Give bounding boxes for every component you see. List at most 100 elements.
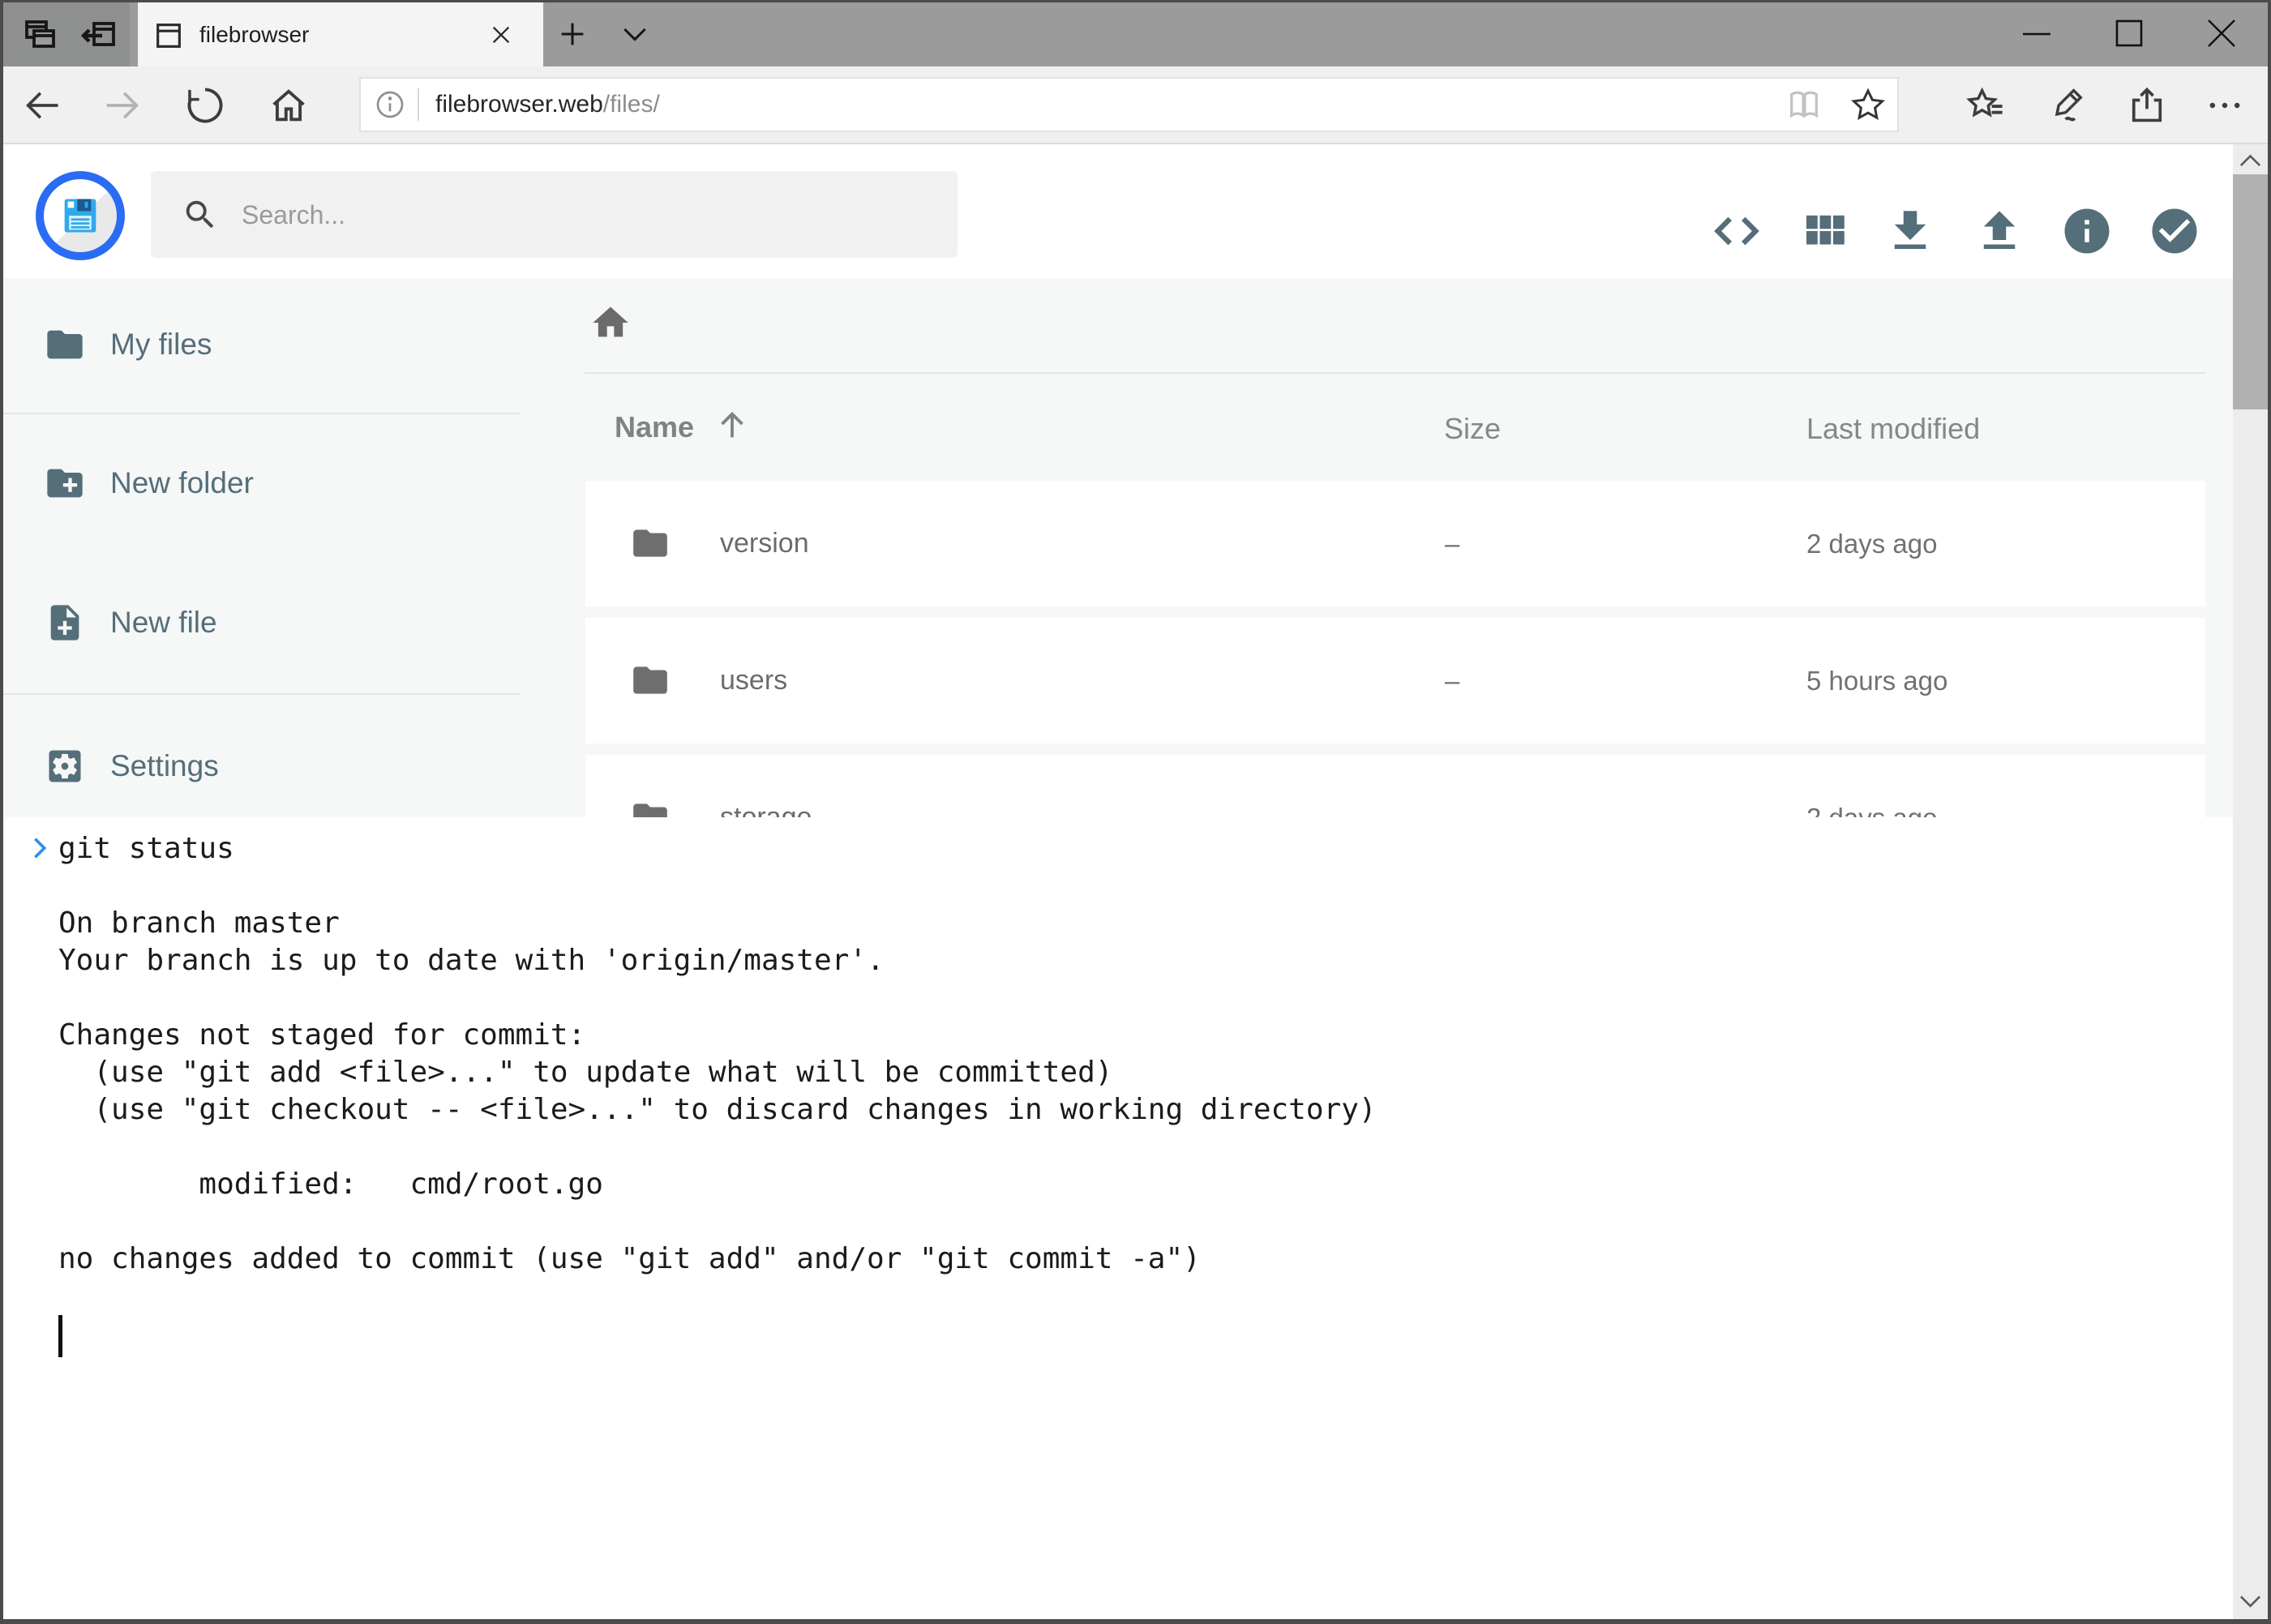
- file-list: version – 2 days ago users – 5 hours ago…: [585, 481, 2205, 817]
- terminal-line: [58, 1278, 2209, 1315]
- new-file-icon: [44, 602, 86, 644]
- file-row-users[interactable]: users – 5 hours ago: [585, 618, 2205, 743]
- tab-title: filebrowser: [199, 2, 309, 66]
- favorites-hub-icon[interactable]: [1965, 84, 2007, 126]
- minimize-button[interactable]: [2012, 10, 2061, 57]
- terminal-line: [58, 1129, 2209, 1166]
- tab-close-icon[interactable]: [488, 22, 514, 48]
- sidebar-item-label: New folder: [110, 466, 254, 500]
- browser-navbar: filebrowser.web/files/: [0, 66, 2271, 144]
- terminal-panel[interactable]: git status On branch master Your branch …: [3, 817, 2233, 1619]
- file-size: –: [1445, 481, 1459, 606]
- filebrowser-logo-icon[interactable]: [36, 171, 125, 260]
- url-text[interactable]: filebrowser.web/files/: [435, 79, 660, 131]
- sidebar-item-new-file[interactable]: New file: [0, 582, 521, 663]
- folder-icon: [630, 797, 671, 817]
- refresh-icon[interactable]: [184, 84, 226, 126]
- column-header-name[interactable]: Name: [615, 410, 694, 444]
- url-path: /files/: [603, 91, 660, 118]
- file-size: –: [1445, 755, 1459, 817]
- file-name: storage: [720, 755, 812, 817]
- breadcrumb-divider: [585, 372, 2205, 374]
- info-icon[interactable]: [2060, 204, 2114, 258]
- file-name: version: [720, 481, 809, 606]
- window-border-left: [0, 0, 3, 1624]
- tab-preview-icon[interactable]: [20, 15, 59, 54]
- forward-icon[interactable]: [101, 84, 144, 126]
- window-border-bottom: [0, 1619, 2271, 1624]
- settings-icon: [44, 745, 86, 787]
- folder-icon: [630, 660, 671, 701]
- screen: filebrowser: [0, 0, 2271, 1624]
- share-icon[interactable]: [2126, 84, 2168, 126]
- sort-ascending-icon[interactable]: [713, 406, 751, 443]
- file-row-storage[interactable]: storage – 2 days ago: [585, 755, 2205, 817]
- sidebar-divider: [0, 413, 521, 414]
- back-icon[interactable]: [21, 84, 63, 126]
- address-separator: [418, 88, 419, 121]
- browser-tab-bar: filebrowser: [0, 0, 2271, 66]
- prompt-chevron-icon: [26, 834, 54, 863]
- select-check-icon[interactable]: [2148, 204, 2201, 258]
- file-name: users: [720, 618, 787, 743]
- sidebar-divider: [0, 693, 521, 695]
- scrollbar-thumb[interactable]: [2233, 174, 2268, 409]
- folder-icon: [630, 523, 671, 563]
- upload-icon[interactable]: [1973, 204, 2026, 258]
- page-info-icon[interactable]: [374, 88, 406, 121]
- breadcrumb-home-icon[interactable]: [589, 302, 632, 342]
- download-icon[interactable]: [1883, 204, 1937, 258]
- file-modified: 2 days ago: [1806, 481, 1937, 606]
- search-box[interactable]: [151, 171, 958, 258]
- reading-view-icon[interactable]: [1785, 86, 1823, 123]
- scroll-down-icon[interactable]: [2238, 1592, 2263, 1612]
- raw-code-icon[interactable]: [1710, 204, 1763, 258]
- browser-tab[interactable]: filebrowser: [138, 2, 543, 66]
- url-host: filebrowser.web: [435, 91, 603, 118]
- folder-icon: [44, 324, 86, 366]
- column-header-modified[interactable]: Last modified: [1806, 412, 1980, 446]
- sidebar-item-settings[interactable]: Settings: [0, 726, 521, 807]
- terminal-line: Changes not staged for commit:: [58, 1017, 2209, 1054]
- terminal-line: modified: cmd/root.go: [58, 1166, 2209, 1203]
- terminal-output: git status On branch master Your branch …: [58, 830, 2209, 1357]
- terminal-line: (use "git checkout -- <file>..." to disc…: [58, 1091, 2209, 1129]
- ink-notes-icon[interactable]: [2046, 84, 2089, 126]
- search-icon: [182, 196, 219, 234]
- search-input[interactable]: [240, 171, 924, 259]
- terminal-cursor-line: [58, 1315, 2209, 1357]
- grid-view-icon[interactable]: [1798, 204, 1851, 258]
- window-border-right: [2268, 0, 2271, 1624]
- maximize-button[interactable]: [2105, 10, 2153, 57]
- app-header: [0, 144, 2271, 278]
- terminal-line: [58, 868, 2209, 905]
- set-tabs-aside-icon[interactable]: [79, 15, 118, 54]
- sidebar-item-my-files[interactable]: My files: [0, 304, 521, 385]
- window-border-top: [0, 0, 2271, 2]
- filebrowser-page: My files New folder New file Settings: [0, 144, 2271, 1624]
- terminal-line: Your branch is up to date with 'origin/m…: [58, 942, 2209, 979]
- add-favorite-star-icon[interactable]: [1849, 85, 1888, 124]
- close-window-button[interactable]: [2197, 10, 2246, 57]
- terminal-command-line: git status: [58, 830, 2209, 868]
- sidebar-item-label: New file: [110, 606, 217, 640]
- column-header-size[interactable]: Size: [1444, 412, 1501, 446]
- address-bar[interactable]: filebrowser.web/files/: [359, 77, 1899, 132]
- sidebar-item-label: My files: [110, 328, 212, 362]
- terminal-line: (use "git add <file>..." to update what …: [58, 1054, 2209, 1091]
- sidebar-item-new-folder[interactable]: New folder: [0, 443, 521, 524]
- file-row-version[interactable]: version – 2 days ago: [585, 481, 2205, 606]
- terminal-line: [58, 979, 2209, 1017]
- new-tab-button[interactable]: [556, 18, 589, 50]
- file-modified: 2 days ago: [1806, 755, 1937, 817]
- tab-list-chevron-icon[interactable]: [619, 23, 650, 47]
- terminal-line: [58, 1203, 2209, 1240]
- terminal-line: no changes added to commit (use "git add…: [58, 1240, 2209, 1278]
- home-nav-icon[interactable]: [268, 84, 310, 126]
- more-options-icon[interactable]: [2204, 84, 2246, 126]
- terminal-line: On branch master: [58, 905, 2209, 942]
- page-scrollbar[interactable]: [2233, 144, 2268, 1619]
- sidebar-item-label: Settings: [110, 749, 219, 783]
- terminal-command: git status: [58, 832, 234, 865]
- scroll-up-icon[interactable]: [2238, 151, 2263, 170]
